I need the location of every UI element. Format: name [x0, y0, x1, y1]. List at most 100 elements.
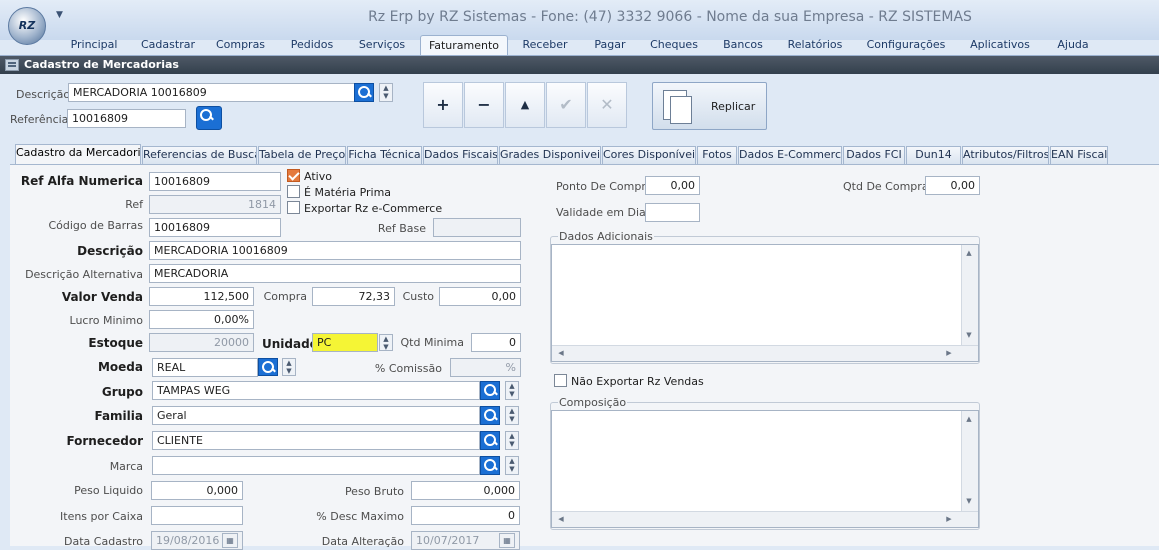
ativo-checkbox[interactable]: [287, 169, 300, 182]
tab-atributos-filtros[interactable]: Atributos/Filtros: [962, 146, 1049, 164]
valor-venda-label: Valor Venda: [61, 290, 143, 304]
descricao-input[interactable]: MERCADORIA 10016809: [149, 241, 521, 260]
fornecedor-spin-button[interactable]: ▲ ▼: [505, 431, 519, 450]
referencia-search-icon[interactable]: [196, 106, 222, 130]
scroll-right-icon[interactable]: ▶: [942, 349, 956, 357]
ribbon-tab-ajuda[interactable]: Ajuda: [1053, 38, 1093, 55]
composicao-vscroll[interactable]: ▲ ▼: [961, 411, 978, 511]
ribbon-tab-aplicativos[interactable]: Aplicativos: [965, 38, 1035, 55]
moeda-spin-button[interactable]: ▲ ▼: [282, 358, 296, 376]
peso-liquido-input[interactable]: 0,000: [151, 481, 243, 500]
scroll-down-icon[interactable]: ▼: [962, 497, 976, 505]
unidade-select[interactable]: PC: [312, 333, 378, 352]
composicao-textarea[interactable]: ▲ ▼ ◀ ▶: [551, 410, 979, 528]
lucro-minimo-input[interactable]: 0,00%: [149, 310, 254, 329]
grupo-search-icon[interactable]: [480, 381, 500, 400]
itens-caixa-input[interactable]: [151, 506, 243, 525]
fornecedor-search-icon[interactable]: [480, 431, 500, 450]
tab-ean-fiscal[interactable]: EAN Fiscal: [1050, 146, 1108, 164]
ref-alfa-input[interactable]: 10016809: [149, 172, 281, 191]
exportar-ecommerce-checkbox[interactable]: [287, 201, 300, 214]
descricao-spin-button[interactable]: ▲ ▼: [379, 83, 393, 102]
replicar-button[interactable]: Replicar: [652, 82, 767, 130]
move-up-button[interactable]: ▲: [505, 82, 545, 128]
ribbon-tab-principal[interactable]: Principal: [64, 38, 124, 55]
referencia-search-input[interactable]: 10016809: [67, 109, 186, 128]
delete-record-button[interactable]: −: [464, 82, 504, 128]
ribbon-tab-servicos[interactable]: Serviços: [356, 38, 408, 55]
composicao-label: Composição: [558, 396, 628, 409]
scroll-up-icon[interactable]: ▲: [962, 249, 976, 257]
fornecedor-input[interactable]: CLIENTE: [152, 431, 480, 450]
ribbon-tab-compras[interactable]: Compras: [213, 38, 268, 55]
tab-cores-disponiveis[interactable]: Cores Disponíveis: [602, 146, 696, 164]
scroll-left-icon[interactable]: ◀: [554, 349, 568, 357]
descricao-search-icon[interactable]: [354, 83, 374, 102]
familia-input[interactable]: Geral: [152, 406, 480, 425]
desc-maximo-label: % Desc Maximo: [316, 510, 404, 523]
compra-input[interactable]: 72,33: [312, 287, 395, 306]
codigo-barras-input[interactable]: 10016809: [149, 218, 281, 237]
ponto-compra-input[interactable]: 0,00: [645, 176, 700, 195]
scroll-down-icon[interactable]: ▼: [962, 331, 976, 339]
moeda-search-icon[interactable]: [258, 358, 278, 376]
ribbon-tab-relatorios[interactable]: Relatórios: [785, 38, 845, 55]
data-cadastro-label: Data Cadastro: [64, 535, 143, 548]
grupo-spin-button[interactable]: ▲ ▼: [505, 381, 519, 400]
desc-maximo-input[interactable]: 0: [411, 506, 520, 525]
peso-bruto-input[interactable]: 0,000: [411, 481, 520, 500]
ribbon-tab-cadastrar[interactable]: Cadastrar: [138, 38, 198, 55]
familia-search-icon[interactable]: [480, 406, 500, 425]
familia-spin-button[interactable]: ▲ ▼: [505, 406, 519, 425]
qtd-minima-input[interactable]: 0: [471, 333, 521, 352]
dados-adicionais-textarea[interactable]: ▲ ▼ ◀ ▶: [551, 244, 979, 362]
tab-referencias-busca[interactable]: Referencias de Busca: [142, 146, 257, 164]
grupo-input[interactable]: TAMPAS WEG: [152, 381, 480, 400]
dados-adicionais-vscroll[interactable]: ▲ ▼: [961, 245, 978, 345]
quick-access-dropdown-icon[interactable]: ▼: [56, 10, 63, 20]
descricao-search-input[interactable]: MERCADORIA 10016809: [68, 83, 355, 102]
composicao-hscroll[interactable]: ◀ ▶: [552, 511, 978, 527]
ribbon-tab-receber[interactable]: Receber: [520, 38, 570, 55]
ref-base-input: [433, 218, 521, 237]
add-record-button[interactable]: +: [423, 82, 463, 128]
unidade-spin-button[interactable]: ▲ ▼: [379, 334, 393, 351]
tab-tabela-preco[interactable]: Tabela de Preço: [258, 146, 346, 164]
descricao-alternativa-input[interactable]: MERCADORIA: [149, 264, 521, 283]
tab-cadastro-mercadoria[interactable]: Cadastro da Mercadoria: [15, 144, 141, 165]
ribbon-tab-bancos[interactable]: Bancos: [718, 38, 768, 55]
valor-venda-input[interactable]: 112,500: [149, 287, 254, 306]
materia-prima-checkbox[interactable]: [287, 185, 300, 198]
tab-fotos[interactable]: Fotos: [697, 146, 737, 164]
confirm-button[interactable]: ✔: [546, 82, 586, 128]
tab-dun14[interactable]: Dun14: [906, 146, 961, 164]
scroll-right-icon[interactable]: ▶: [942, 515, 956, 523]
scroll-left-icon[interactable]: ◀: [554, 515, 568, 523]
descricao-alternativa-label: Descrição Alternativa: [25, 268, 143, 281]
scroll-up-icon[interactable]: ▲: [962, 415, 976, 423]
ribbon-tab-faturamento[interactable]: Faturamento: [420, 35, 508, 55]
custo-input[interactable]: 0,00: [439, 287, 521, 306]
ribbon-tab-pagar[interactable]: Pagar: [590, 38, 630, 55]
qtd-compra-input[interactable]: 0,00: [925, 176, 980, 195]
tab-dados-fci[interactable]: Dados FCI: [843, 146, 905, 164]
validade-dias-input[interactable]: [645, 203, 700, 222]
data-alteracao-label: Data Alteração: [321, 535, 404, 548]
app-menu-orb[interactable]: RZ: [8, 7, 46, 45]
ribbon-tab-configuracoes[interactable]: Configurações: [865, 38, 947, 55]
fornecedor-label: Fornecedor: [66, 434, 143, 448]
tab-dados-ecommerce[interactable]: Dados E-Commerce: [738, 146, 842, 164]
dados-adicionais-hscroll[interactable]: ◀ ▶: [552, 345, 978, 361]
marca-input[interactable]: [152, 456, 480, 475]
ribbon-tab-cheques[interactable]: Cheques: [648, 38, 700, 55]
ref-label: Ref: [125, 198, 143, 211]
tab-dados-fiscais[interactable]: Dados Fiscais: [423, 146, 498, 164]
cancel-button[interactable]: ✕: [587, 82, 627, 128]
marca-spin-button[interactable]: ▲ ▼: [505, 456, 519, 475]
tab-grades-disponiveis[interactable]: Grades Disponiveis: [499, 146, 601, 164]
tab-ficha-tecnica[interactable]: Ficha Técnica: [347, 146, 422, 164]
nao-exportar-vendas-checkbox[interactable]: [554, 374, 567, 387]
marca-search-icon[interactable]: [480, 456, 500, 475]
moeda-input[interactable]: REAL: [152, 358, 258, 377]
ribbon-tab-pedidos[interactable]: Pedidos: [287, 38, 337, 55]
